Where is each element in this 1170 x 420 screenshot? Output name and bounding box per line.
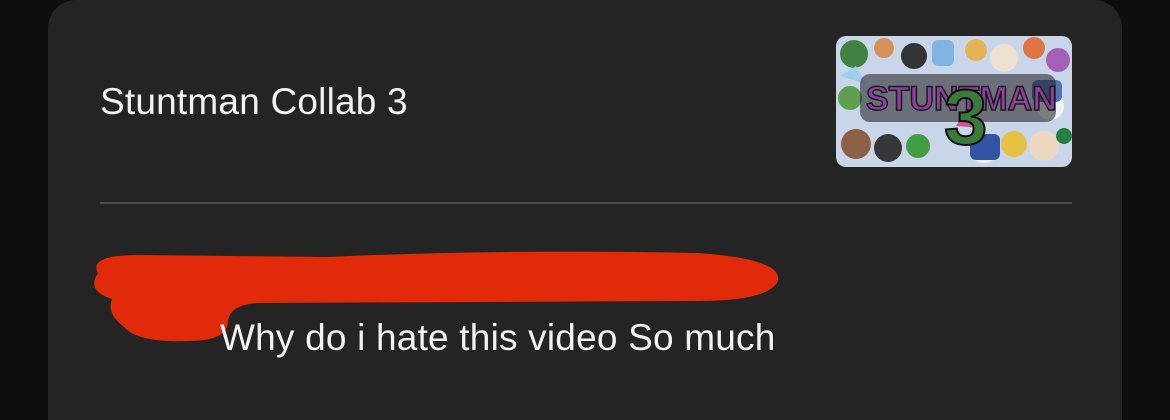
thumbnail-number-text: 3 <box>944 73 987 161</box>
video-comment-card: Stuntman Collab 3 STUNTMAN 3 Why do i ha… <box>48 0 1122 420</box>
comment-text: Why do i hate this video So much <box>220 317 776 358</box>
divider <box>100 202 1072 204</box>
thumbnail-image: STUNTMAN 3 <box>836 36 1072 167</box>
video-thumbnail[interactable]: STUNTMAN 3 <box>836 36 1072 167</box>
video-title[interactable]: Stuntman Collab 3 <box>100 80 408 124</box>
